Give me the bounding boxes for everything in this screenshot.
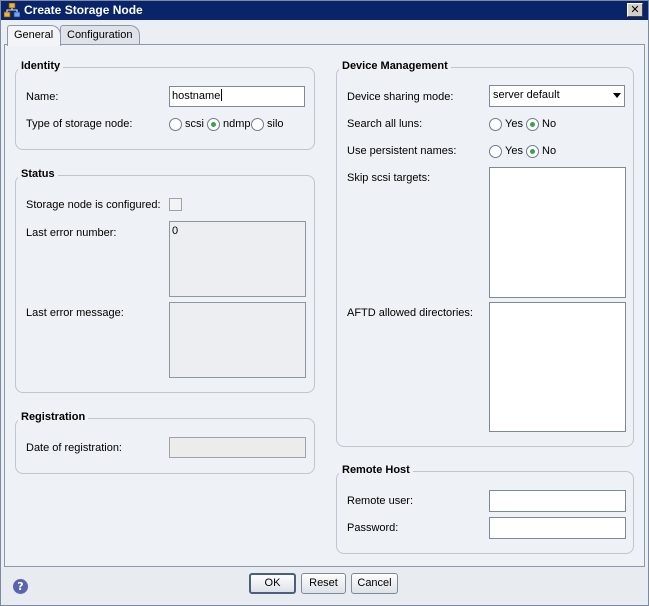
- persistent-yes-radio[interactable]: [489, 145, 502, 158]
- general-tab-panel: Identity Name: hostname Type of storage …: [4, 44, 645, 567]
- type-scsi-label: scsi: [185, 118, 204, 130]
- type-ndmp-radio[interactable]: [207, 118, 220, 131]
- type-label: Type of storage node:: [26, 118, 133, 130]
- registration-group-title: Registration: [18, 411, 89, 423]
- identity-group: Identity Name: hostname Type of storage …: [15, 60, 315, 150]
- tab-configuration[interactable]: Configuration: [60, 25, 140, 45]
- sharing-mode-select[interactable]: server default: [489, 85, 625, 107]
- chevron-down-icon: [613, 93, 621, 98]
- remote-host-group-title: Remote Host: [339, 464, 413, 476]
- password-label: Password:: [347, 522, 399, 534]
- aftd-directories-field[interactable]: [489, 302, 626, 432]
- skip-scsi-targets-label: Skip scsi targets:: [347, 172, 431, 184]
- close-icon[interactable]: ✕: [627, 3, 643, 17]
- persistent-no-radio[interactable]: [526, 145, 539, 158]
- create-storage-node-dialog: Create Storage Node ✕ General Configurat…: [0, 0, 649, 606]
- last-error-message-label: Last error message:: [26, 307, 124, 319]
- reset-button[interactable]: Reset: [301, 573, 346, 594]
- name-input[interactable]: hostname: [169, 86, 305, 107]
- help-icon[interactable]: ?: [13, 579, 28, 594]
- tab-general[interactable]: General: [7, 25, 61, 46]
- search-luns-label: Search all luns:: [347, 118, 423, 130]
- configured-label: Storage node is configured:: [26, 199, 161, 211]
- text-cursor: [221, 89, 223, 101]
- persistent-no-label: No: [542, 145, 557, 157]
- remote-user-input[interactable]: [489, 490, 626, 512]
- persistent-names-label: Use persistent names:: [347, 145, 457, 157]
- status-group: Status Storage node is configured: Last …: [15, 168, 315, 393]
- type-scsi-radio[interactable]: [169, 118, 182, 131]
- remote-user-label: Remote user:: [347, 495, 414, 507]
- date-of-registration-label: Date of registration:: [26, 442, 122, 454]
- remote-host-group: Remote Host Remote user: Password:: [336, 464, 634, 554]
- device-management-group: Device Management Device sharing mode: s…: [336, 60, 634, 447]
- sharing-mode-label: Device sharing mode:: [347, 91, 454, 103]
- configured-checkbox: [169, 198, 182, 211]
- aftd-directories-label: AFTD allowed directories:: [347, 307, 473, 319]
- last-error-number-field: 0: [169, 221, 306, 297]
- search-luns-yes-radio[interactable]: [489, 118, 502, 131]
- window-title: Create Storage Node: [24, 3, 143, 17]
- name-input-value: hostname: [172, 90, 221, 102]
- search-luns-yes-label: Yes: [505, 118, 523, 130]
- last-error-number-label: Last error number:: [26, 227, 117, 239]
- type-silo-radio[interactable]: [251, 118, 264, 131]
- date-of-registration-field: [169, 437, 306, 458]
- persistent-yes-label: Yes: [505, 145, 523, 157]
- identity-group-title: Identity: [18, 60, 64, 72]
- type-silo-label: silo: [267, 118, 284, 130]
- device-management-group-title: Device Management: [339, 60, 451, 72]
- search-luns-no-label: No: [542, 118, 557, 130]
- sharing-mode-value: server default: [493, 89, 560, 101]
- search-luns-no-radio[interactable]: [526, 118, 539, 131]
- cancel-button[interactable]: Cancel: [351, 573, 398, 594]
- dialog-footer: ? OK Reset Cancel: [1, 567, 648, 605]
- storage-node-icon: [4, 3, 20, 18]
- password-input[interactable]: [489, 517, 626, 539]
- last-error-message-field: [169, 302, 306, 378]
- status-group-title: Status: [18, 168, 58, 180]
- ok-button[interactable]: OK: [249, 573, 296, 594]
- type-ndmp-label: ndmp: [223, 118, 251, 130]
- skip-scsi-targets-field[interactable]: [489, 167, 626, 298]
- registration-group: Registration Date of registration:: [15, 411, 315, 474]
- name-label: Name:: [26, 91, 59, 103]
- title-bar[interactable]: Create Storage Node ✕: [1, 1, 648, 20]
